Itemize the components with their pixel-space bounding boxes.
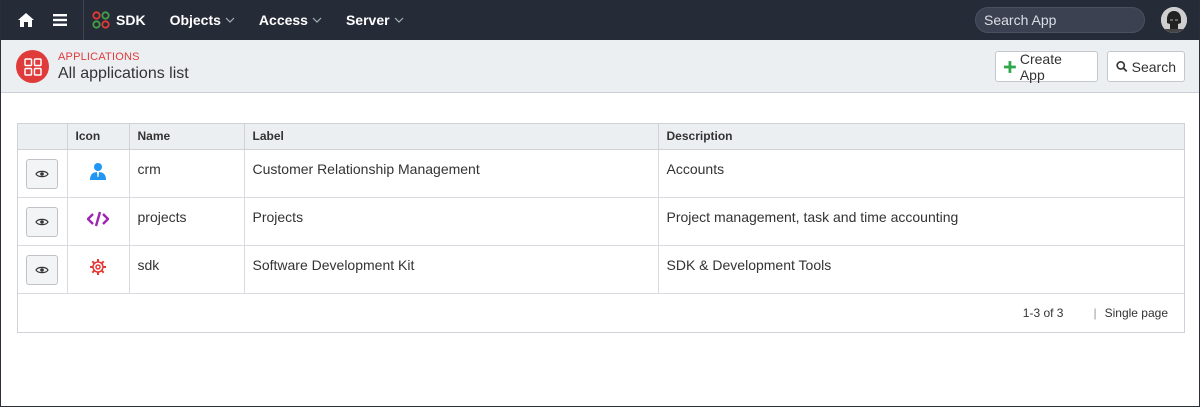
home-button[interactable] (9, 0, 43, 40)
description-cell: Project management, task and time accoun… (658, 197, 1184, 246)
eye-icon (35, 170, 49, 177)
column-header-icon[interactable]: Icon (67, 124, 130, 150)
chevron-down-icon (312, 17, 322, 23)
menu-objects-label: Objects (169, 12, 221, 28)
view-cell (18, 149, 68, 198)
label-cell: Software Development Kit (244, 245, 659, 294)
grid-icon (23, 57, 42, 76)
menu-server[interactable]: Server (334, 0, 416, 40)
menu-access-label: Access (258, 12, 308, 28)
hamburger-icon (53, 14, 67, 26)
top-navbar: SDK Objects Access Server Search App (1, 0, 1199, 40)
code-icon (86, 211, 110, 226)
chevron-down-icon (394, 17, 403, 23)
description-cell: Accounts (658, 149, 1184, 198)
brand-sdk[interactable]: SDK (92, 11, 158, 29)
chevron-down-icon (225, 17, 235, 23)
view-button[interactable] (26, 254, 58, 285)
applications-grid: Icon Name Label Description crm Customer… (18, 124, 1184, 294)
label-cell: Customer Relationship Management (244, 149, 659, 198)
table-header-row: Icon Name Label Description (18, 124, 1184, 150)
page-title: All applications list (58, 65, 189, 82)
table-row[interactable]: sdk Software Development Kit SDK & Devel… (18, 245, 1184, 294)
user-avatar[interactable] (1161, 7, 1187, 33)
search-button[interactable]: Search (1107, 51, 1185, 82)
icon-cell (67, 149, 130, 198)
gear-icon (90, 258, 106, 275)
menu-toggle-button[interactable] (43, 0, 77, 40)
column-header-label[interactable]: Label (244, 124, 659, 150)
search-label: Search (1131, 58, 1176, 75)
icon-cell (67, 197, 130, 246)
search-icon (1116, 61, 1128, 73)
home-icon (18, 13, 34, 27)
avatar-icon (1161, 7, 1187, 33)
menu-server-label: Server (345, 12, 390, 28)
brand-label: SDK (116, 12, 146, 28)
menu-access[interactable]: Access (247, 0, 334, 40)
applications-badge (16, 50, 49, 83)
name-cell: sdk (129, 245, 245, 294)
app-window: SDK Objects Access Server Search App APP… (0, 0, 1200, 407)
plus-icon (1004, 60, 1016, 73)
breadcrumb[interactable]: APPLICATIONS (58, 51, 140, 63)
nav-divider (83, 0, 84, 40)
pagination-mode[interactable]: Single page (1105, 306, 1168, 320)
icon-cell (67, 245, 130, 294)
table-row[interactable]: projects Projects Project management, ta… (18, 197, 1184, 246)
create-app-label: Create App (1019, 50, 1062, 83)
description-cell: SDK & Development Tools (658, 245, 1184, 294)
column-header-view (18, 124, 68, 150)
page-header: APPLICATIONS All applications list Creat… (1, 40, 1199, 93)
column-header-description[interactable]: Description (658, 124, 1184, 150)
applications-table: Icon Name Label Description crm Customer… (17, 123, 1185, 333)
view-button[interactable] (26, 158, 58, 189)
search-app-placeholder: Search App (984, 12, 1057, 28)
eye-icon (35, 218, 49, 225)
create-app-button[interactable]: Create App (995, 50, 1098, 83)
pagination-separator: | (1093, 306, 1097, 320)
pagination: 1-3 of 3 | Single page (18, 294, 1184, 332)
menu-objects[interactable]: Objects (158, 0, 247, 40)
label-cell: Projects (244, 197, 659, 246)
eye-icon (35, 266, 49, 273)
view-button[interactable] (26, 206, 58, 237)
pagination-count: 1-3 of 3 (1022, 306, 1064, 320)
view-cell (18, 245, 68, 294)
user-icon (90, 162, 106, 180)
view-cell (18, 197, 68, 246)
search-app-input[interactable]: Search App (975, 7, 1145, 33)
sdk-logo-icon (92, 11, 110, 29)
column-header-name[interactable]: Name (129, 124, 245, 150)
name-cell: crm (129, 149, 245, 198)
name-cell: projects (129, 197, 245, 246)
table-row[interactable]: crm Customer Relationship Management Acc… (18, 149, 1184, 198)
